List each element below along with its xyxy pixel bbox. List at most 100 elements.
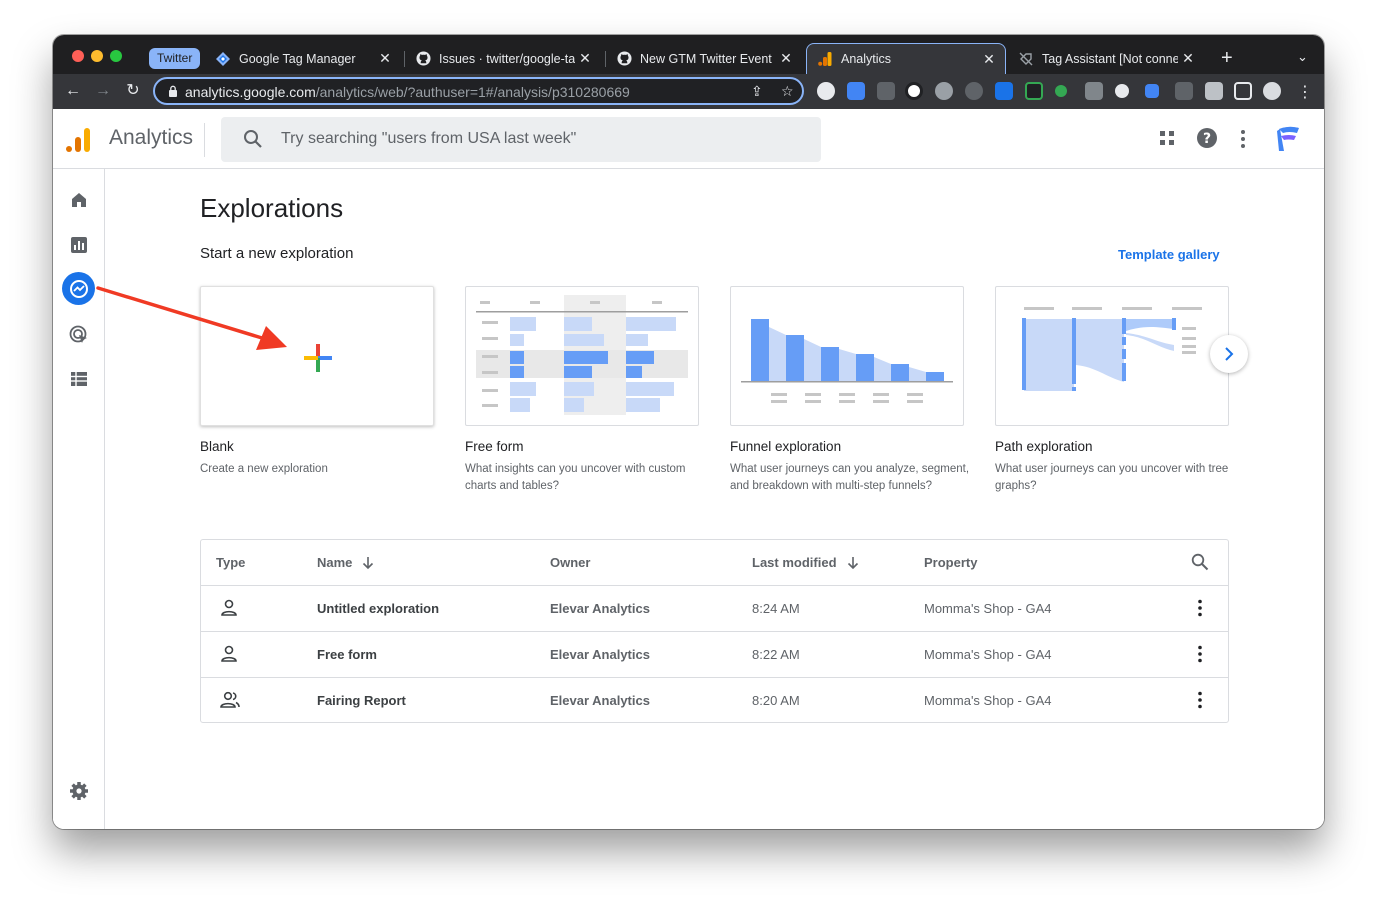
path-exploration-card[interactable] <box>995 286 1229 426</box>
tab-tag-assistant[interactable]: Tag Assistant [Not connec ✕ <box>1008 43 1204 74</box>
search-icon <box>244 130 262 148</box>
chevron-right-icon <box>1225 347 1234 361</box>
card-title: Blank <box>200 439 234 454</box>
column-header-name[interactable]: Name <box>317 555 374 570</box>
analytics-icon <box>817 51 833 67</box>
tab-github-pr[interactable]: New GTM Twitter Event Pi ✕ <box>606 43 802 74</box>
reports-icon[interactable] <box>67 233 91 257</box>
close-icon[interactable]: ✕ <box>979 51 999 68</box>
explorations-table: Type Name Owner Last modified Property U… <box>200 539 1229 723</box>
section-subtitle: Start a new exploration <box>200 245 354 262</box>
column-header-property[interactable]: Property <box>924 555 977 570</box>
home-icon[interactable] <box>67 188 91 212</box>
search-input[interactable]: Try searching "users from USA last week" <box>221 117 821 162</box>
extension-icon[interactable] <box>1175 82 1193 100</box>
help-icon[interactable]: ? <box>1196 127 1218 149</box>
card-title: Path exploration <box>995 439 1093 454</box>
template-gallery-link[interactable]: Template gallery <box>1118 247 1220 262</box>
extension-icon[interactable] <box>817 82 835 100</box>
extension-icon[interactable] <box>935 82 953 100</box>
card-title: Funnel exploration <box>730 439 842 454</box>
lock-icon <box>169 85 177 97</box>
account-avatar[interactable] <box>1275 125 1301 153</box>
tab-label: Issues · twitter/google-tag <box>439 51 575 66</box>
github-icon <box>616 51 632 67</box>
row-name[interactable]: Free form <box>317 647 377 662</box>
next-templates-button[interactable] <box>1210 335 1248 373</box>
person-icon <box>221 599 237 616</box>
shared-people-icon <box>220 691 240 708</box>
more-vert-icon[interactable] <box>1239 129 1247 149</box>
app-title: Analytics <box>109 126 194 149</box>
column-header-type[interactable]: Type <box>216 555 245 570</box>
extension-icon[interactable] <box>1025 82 1043 100</box>
browser-menu-icon[interactable]: ⋮ <box>1297 82 1313 102</box>
blank-exploration-card[interactable] <box>200 286 434 426</box>
advertising-icon[interactable] <box>67 323 91 347</box>
column-header-last-modified[interactable]: Last modified <box>752 555 859 570</box>
row-last-modified: 8:24 AM <box>752 601 800 616</box>
reload-icon[interactable]: ↻ <box>122 80 144 102</box>
extension-icon[interactable] <box>965 82 983 100</box>
minimize-window-button[interactable] <box>91 50 103 62</box>
share-icon[interactable]: ⇪ <box>751 83 763 100</box>
extension-icon[interactable] <box>1055 85 1067 97</box>
sidebar-icon[interactable] <box>1234 82 1252 100</box>
url-text: analytics.google.com/analytics/web/?auth… <box>185 84 630 100</box>
row-property: Momma's Shop - GA4 <box>924 647 1052 662</box>
close-icon[interactable]: ✕ <box>575 50 595 67</box>
configure-icon[interactable] <box>67 367 91 391</box>
tab-strip: Twitter Google Tag Manager ✕ Issues · tw… <box>53 35 1324 74</box>
extension-icon[interactable] <box>905 82 923 100</box>
column-header-owner[interactable]: Owner <box>550 555 590 570</box>
plus-icon <box>304 344 332 372</box>
apps-grid-icon[interactable] <box>1158 129 1176 147</box>
table-row[interactable]: Free form Elevar Analytics 8:22 AM Momma… <box>201 632 1228 678</box>
extension-icon[interactable] <box>1115 84 1129 98</box>
extension-icon[interactable] <box>1085 82 1103 100</box>
extension-icon[interactable] <box>1145 84 1159 98</box>
free-form-thumbnail <box>476 295 688 415</box>
puzzle-icon[interactable] <box>1205 82 1223 100</box>
new-tab-button[interactable]: + <box>1221 48 1233 68</box>
free-form-card[interactable] <box>465 286 699 426</box>
row-owner: Elevar Analytics <box>550 693 650 708</box>
funnel-exploration-card[interactable] <box>730 286 964 426</box>
funnel-thumbnail <box>741 319 953 403</box>
maximize-window-button[interactable] <box>110 50 122 62</box>
forward-arrow-icon[interactable]: → <box>92 80 114 102</box>
profile-avatar[interactable] <box>1263 82 1281 100</box>
row-name[interactable]: Fairing Report <box>317 693 406 708</box>
more-vert-icon[interactable] <box>1197 645 1203 663</box>
back-arrow-icon[interactable]: ← <box>62 80 84 102</box>
tab-google-tag-manager[interactable]: Google Tag Manager ✕ <box>205 43 401 74</box>
extension-icon[interactable] <box>847 82 865 100</box>
explore-icon[interactable] <box>62 272 95 305</box>
address-bar[interactable]: analytics.google.com/analytics/web/?auth… <box>153 77 804 105</box>
more-vert-icon[interactable] <box>1197 691 1203 709</box>
row-owner: Elevar Analytics <box>550 601 650 616</box>
tab-analytics[interactable]: Analytics ✕ <box>806 43 1006 74</box>
row-name[interactable]: Untitled exploration <box>317 601 439 616</box>
table-row[interactable]: Fairing Report Elevar Analytics 8:20 AM … <box>201 678 1228 724</box>
close-window-button[interactable] <box>72 50 84 62</box>
search-icon[interactable] <box>1191 553 1209 571</box>
more-vert-icon[interactable] <box>1197 599 1203 617</box>
table-row[interactable]: Untitled exploration Elevar Analytics 8:… <box>201 586 1228 632</box>
analytics-logo[interactable] <box>65 126 93 154</box>
tab-label: New GTM Twitter Event Pi <box>640 51 776 66</box>
row-last-modified: 8:20 AM <box>752 693 800 708</box>
left-navigation <box>53 169 105 829</box>
card-description: What insights can you uncover with custo… <box>465 463 686 492</box>
close-icon[interactable]: ✕ <box>375 50 395 67</box>
tab-group-chip[interactable]: Twitter <box>149 48 201 69</box>
chevron-down-icon[interactable]: ⌄ <box>1297 49 1308 65</box>
extension-icon[interactable] <box>995 82 1013 100</box>
close-icon[interactable]: ✕ <box>1178 50 1198 67</box>
card-title: Free form <box>465 439 524 454</box>
close-icon[interactable]: ✕ <box>776 50 796 67</box>
gear-icon[interactable] <box>67 779 91 803</box>
extension-icon[interactable] <box>877 82 895 100</box>
tab-github-issues[interactable]: Issues · twitter/google-tag ✕ <box>405 43 601 74</box>
star-icon[interactable]: ☆ <box>781 83 794 100</box>
